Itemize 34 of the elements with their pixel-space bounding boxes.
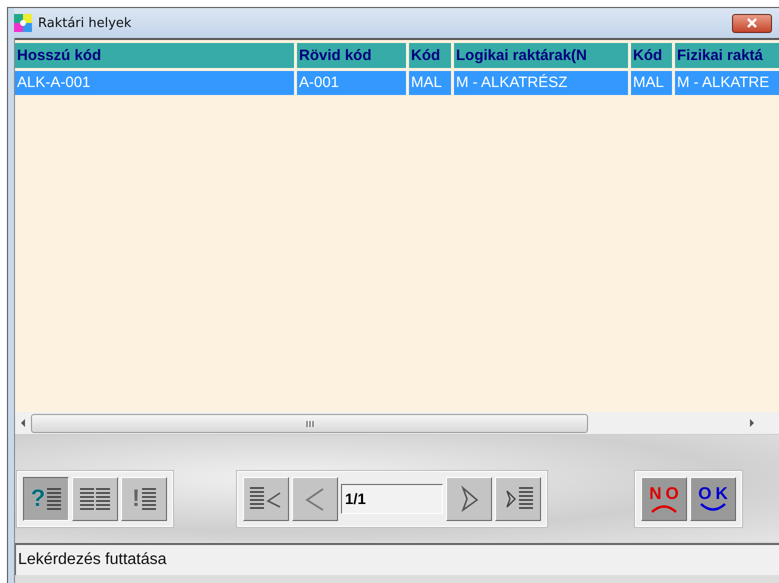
table-cell: ALK-A-001 <box>15 71 294 95</box>
column-header[interactable]: Kód <box>409 43 451 68</box>
first-page-button[interactable] <box>243 477 289 521</box>
column-header[interactable]: Fizikai raktá <box>675 43 779 68</box>
table-cell: M - ALKATRE <box>675 71 779 95</box>
table-cell: A-001 <box>297 71 406 95</box>
page-field[interactable]: 1/1 <box>341 484 443 514</box>
column-header[interactable]: Rövid kód <box>297 43 406 68</box>
app-icon <box>14 14 32 32</box>
table-cell: M - ALKATRÉSZ <box>454 71 628 95</box>
window-title: Raktári helyek <box>38 16 132 30</box>
scroll-thumb[interactable] <box>31 414 588 433</box>
last-page-button[interactable] <box>495 477 541 521</box>
close-icon <box>746 18 758 28</box>
list-icon <box>80 487 94 511</box>
frown-icon <box>649 503 679 513</box>
close-button[interactable] <box>732 14 772 32</box>
column-header[interactable]: Logikai raktárak(N <box>454 43 628 68</box>
list-icon <box>96 487 110 511</box>
list-button[interactable]: ! <box>121 477 167 521</box>
column-header[interactable]: Kód <box>631 43 672 68</box>
table-cell: MAL <box>409 71 451 95</box>
table-row[interactable]: ALK-A-001 A-001 MAL M - ALKATRÉSZ MAL M - ALKATRE <box>15 71 779 95</box>
table-cell: MAL <box>631 71 672 95</box>
next-button[interactable] <box>446 477 492 521</box>
previous-button[interactable] <box>292 477 338 521</box>
smile-icon <box>698 503 728 513</box>
column-header[interactable]: Hosszú kód <box>15 43 294 68</box>
list-icon <box>47 487 62 511</box>
list-icon <box>142 487 156 511</box>
horizontal-scrollbar[interactable] <box>15 412 779 435</box>
status-text: Lekérdezés futtatása <box>18 551 167 569</box>
list-button[interactable] <box>72 477 118 521</box>
ok-button[interactable]: OK <box>690 477 736 521</box>
